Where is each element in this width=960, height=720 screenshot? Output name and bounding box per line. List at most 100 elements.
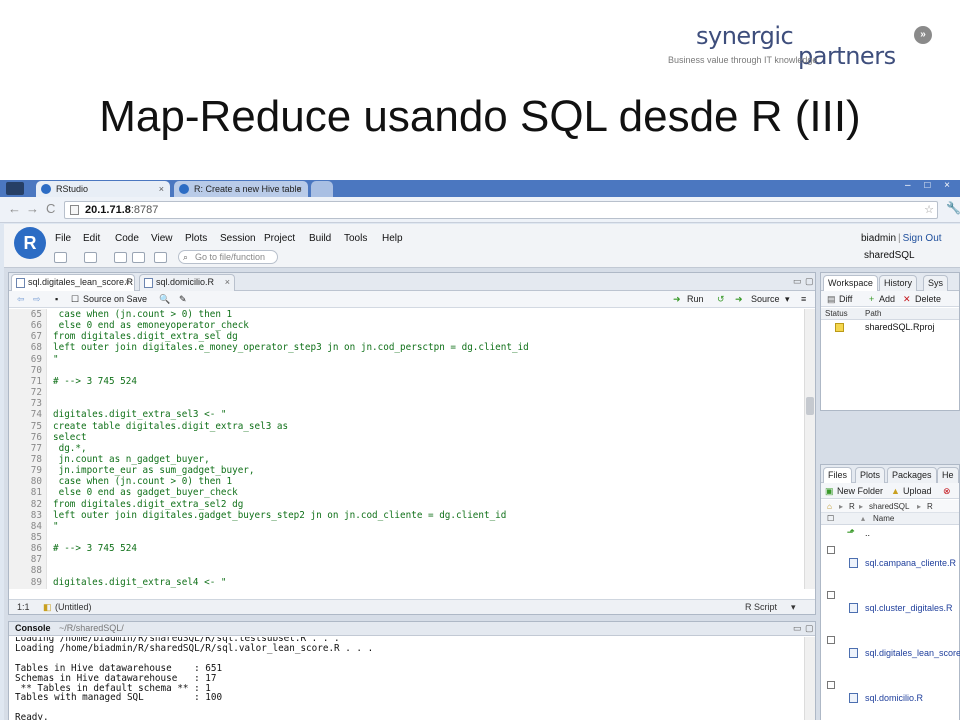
file-row[interactable]: sql.domicilio.R: [821, 678, 959, 708]
parent-directory-row[interactable]: ⬏ ..: [821, 527, 959, 541]
logo-line1: synergic: [696, 22, 794, 50]
minimize-pane-icon[interactable]: ▭: [793, 276, 802, 287]
sign-out-link[interactable]: Sign Out: [903, 233, 942, 244]
add-button[interactable]: Add: [879, 294, 895, 304]
back-arrow-icon[interactable]: ⇦: [17, 294, 25, 305]
magic-wand-icon[interactable]: ✎: [179, 294, 187, 305]
file-checkbox[interactable]: [827, 591, 835, 599]
save-icon[interactable]: [114, 252, 127, 263]
file-checkbox[interactable]: [827, 546, 835, 554]
console-scrollbar[interactable]: [804, 637, 815, 720]
tab-sys[interactable]: Sys: [923, 275, 949, 291]
code-line: case when (jn.count > 0) then 1: [53, 476, 233, 488]
breadcrumb-r2[interactable]: R: [927, 502, 933, 511]
tab-files[interactable]: Files: [823, 467, 853, 483]
logo-badge-icon: »: [914, 26, 932, 44]
diff-button[interactable]: Diff: [839, 294, 852, 304]
vcs-row[interactable]: sharedSQL.Rproj: [821, 321, 959, 335]
file-name[interactable]: sql.campana_cliente.R: [865, 558, 956, 568]
source-button[interactable]: Source: [751, 294, 780, 304]
delete-button[interactable]: Delete: [915, 294, 941, 304]
scope-selector[interactable]: (Untitled): [55, 602, 92, 612]
close-window-icon[interactable]: ×: [944, 180, 950, 191]
file-row[interactable]: sql.digitales_lean_score.R: [821, 633, 960, 663]
upload-button[interactable]: Upload: [903, 486, 932, 496]
close-icon[interactable]: ×: [225, 275, 230, 290]
run-button[interactable]: Run: [687, 294, 704, 304]
editor-tab-domicilio[interactable]: sql.domicilio.R ×: [139, 274, 235, 291]
chevron-down-icon[interactable]: ▾: [791, 602, 796, 613]
menu-help[interactable]: Help: [382, 233, 403, 244]
code-line: ": [53, 353, 59, 365]
menu-session[interactable]: Session: [220, 233, 256, 244]
menu-lines-icon[interactable]: ≡: [801, 294, 806, 304]
browser-tab-hive-help[interactable]: R: Create a new Hive table ×: [174, 181, 308, 197]
tab-history[interactable]: History: [879, 275, 918, 291]
menu-build[interactable]: Build: [309, 233, 331, 244]
chevron-down-icon[interactable]: ▾: [785, 294, 790, 305]
code-line: else 0 end as emoneyoperator_check: [53, 320, 249, 332]
close-tab-icon[interactable]: ×: [297, 181, 302, 197]
menu-view[interactable]: View: [151, 233, 173, 244]
breadcrumb-r[interactable]: R: [849, 502, 855, 511]
delete-icon[interactable]: ⊗: [943, 486, 951, 497]
browser-tab-rstudio[interactable]: RStudio ×: [36, 181, 170, 197]
home-icon[interactable]: ⌂: [827, 502, 832, 511]
close-icon[interactable]: ×: [125, 275, 130, 290]
bookmark-star-icon[interactable]: ☆: [924, 202, 934, 218]
menu-code[interactable]: Code: [115, 233, 139, 244]
menu-project[interactable]: Project: [264, 233, 295, 244]
tab-packages[interactable]: Packages: [887, 467, 937, 483]
minimize-pane-icon[interactable]: ▭: [793, 623, 802, 634]
back-icon[interactable]: ←: [8, 201, 21, 216]
wrench-icon[interactable]: 🔧: [946, 201, 960, 215]
search-icon[interactable]: 🔍: [159, 294, 170, 305]
menu-plots[interactable]: Plots: [185, 233, 207, 244]
line-number: 72: [30, 387, 42, 399]
rerun-icon[interactable]: ↺: [717, 294, 725, 305]
new-folder-button[interactable]: New Folder: [837, 486, 883, 496]
maximize-icon[interactable]: □: [924, 180, 930, 191]
forward-icon[interactable]: →: [26, 201, 39, 216]
forward-arrow-icon[interactable]: ⇨: [33, 294, 41, 305]
project-menu[interactable]: sharedSQL: [864, 250, 915, 261]
source-on-save-checkbox[interactable]: ☐: [71, 294, 79, 305]
file-name[interactable]: sql.cluster_digitales.R: [865, 603, 953, 613]
file-row[interactable]: sql.cluster_digitales.R: [821, 588, 959, 618]
select-all-checkbox[interactable]: ☐: [827, 514, 834, 523]
file-checkbox[interactable]: [827, 636, 835, 644]
close-tab-icon[interactable]: ×: [159, 181, 164, 197]
menu-tools[interactable]: Tools: [344, 233, 367, 244]
goto-file-input[interactable]: ⌕ Go to file/function: [178, 250, 278, 264]
page-icon: [70, 205, 79, 215]
file-checkbox[interactable]: [827, 681, 835, 689]
file-name[interactable]: sql.domicilio.R: [865, 693, 923, 703]
maximize-pane-icon[interactable]: ▢: [805, 276, 814, 287]
console-output[interactable]: Loading /home/biadmin/R/sharedSQL/R/sql.…: [9, 637, 803, 720]
maximize-pane-icon[interactable]: ▢: [805, 623, 814, 634]
tab-plots[interactable]: Plots: [855, 467, 886, 483]
save-icon[interactable]: ▪: [55, 294, 58, 304]
file-type-selector[interactable]: R Script: [745, 602, 777, 612]
new-file-icon[interactable]: [54, 252, 67, 263]
breadcrumb-sharedsql[interactable]: sharedSQL: [869, 502, 909, 511]
code-area[interactable]: 65 66 67 68 69 70 71 72 73 74 75 76 77 78 79 80 81 82 83 84…: [9, 309, 803, 589]
name-column[interactable]: Name: [873, 514, 894, 523]
save-all-icon[interactable]: [132, 252, 145, 263]
cursor-position: 1:1: [17, 602, 30, 612]
scroll-thumb[interactable]: [806, 397, 814, 415]
menu-edit[interactable]: Edit: [83, 233, 100, 244]
menu-file[interactable]: File: [55, 233, 71, 244]
file-row[interactable]: sql.campana_cliente.R: [821, 543, 959, 573]
open-file-icon[interactable]: [84, 252, 97, 263]
minimize-icon[interactable]: –: [905, 180, 911, 191]
new-tab-button[interactable]: [311, 181, 333, 197]
address-bar[interactable]: 20.1.71.8:8787 ☆: [64, 201, 938, 219]
editor-scrollbar[interactable]: [804, 309, 815, 589]
file-name[interactable]: sql.digitales_lean_score.R: [865, 648, 960, 658]
reload-icon[interactable]: C: [46, 201, 55, 216]
editor-tab-digitales-lean-score[interactable]: sql.digitales_lean_score.R ×: [11, 274, 135, 291]
tab-help[interactable]: He: [937, 467, 959, 483]
tab-workspace[interactable]: Workspace: [823, 275, 878, 291]
print-icon[interactable]: [154, 252, 167, 263]
